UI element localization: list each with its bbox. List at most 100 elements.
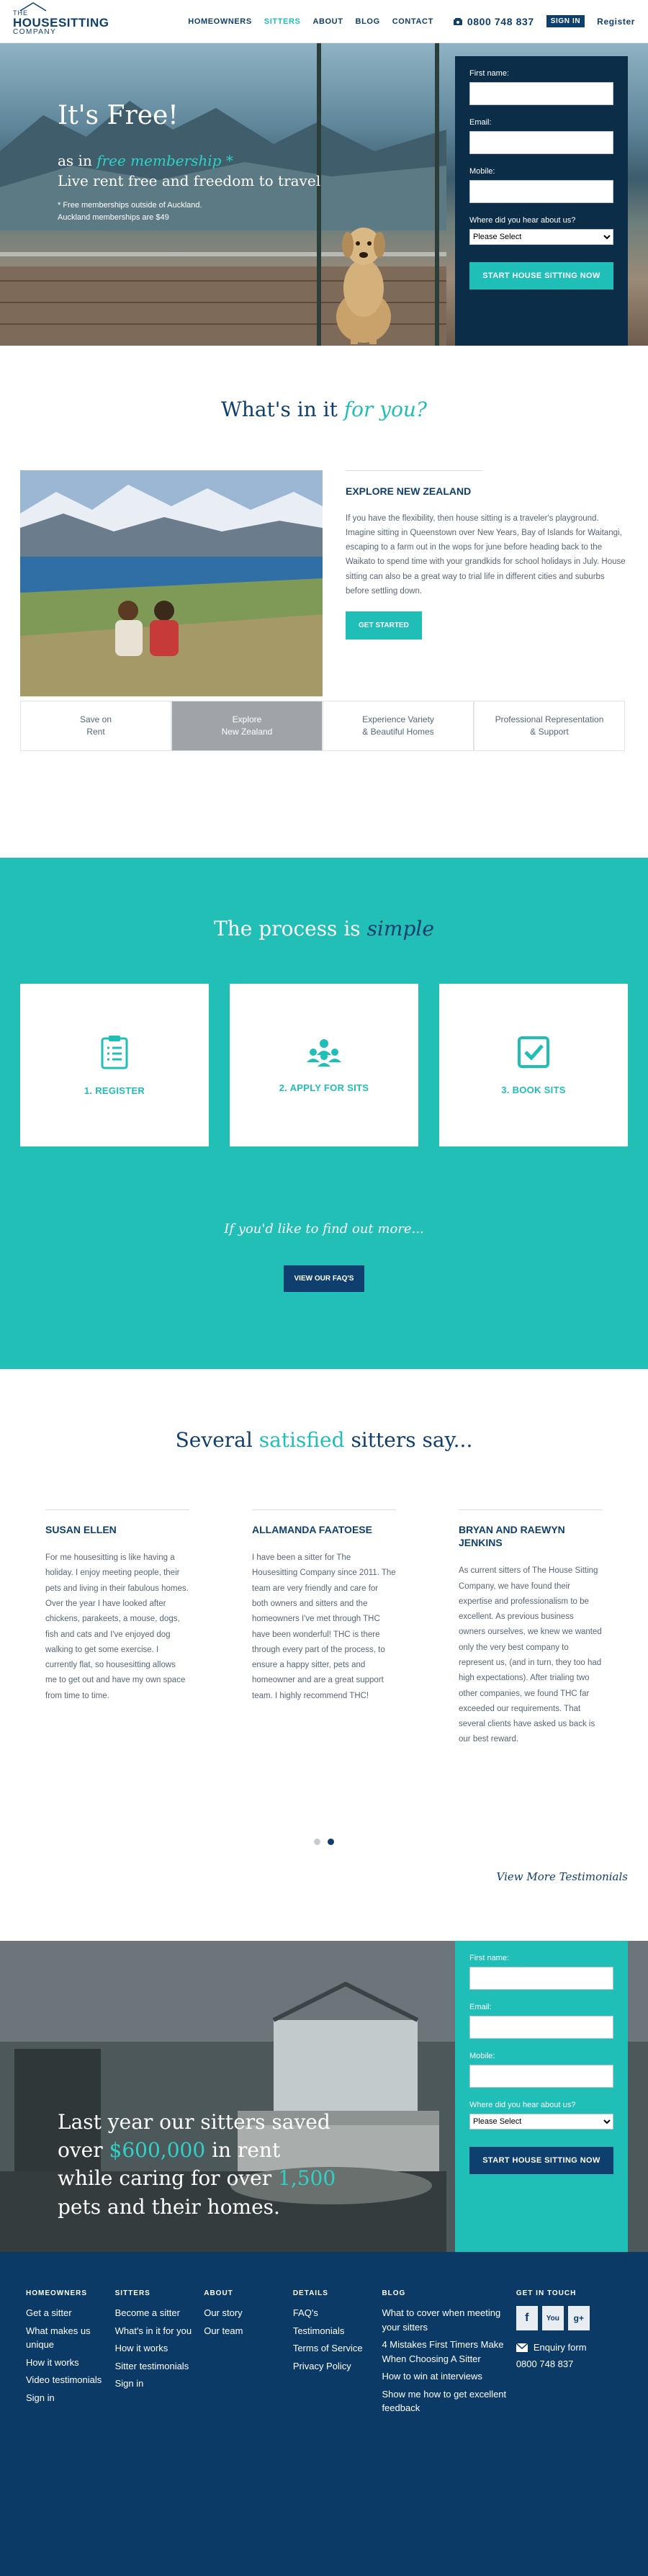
footer-link[interactable]: Show me how to get excellent feedback — [382, 2387, 516, 2415]
testimonial-name: ALLAMANDA FAATOESE — [252, 1524, 372, 1535]
explore-image — [20, 470, 323, 696]
nav-about[interactable]: ABOUT — [312, 17, 343, 26]
step-apply-label: 2. APPLY FOR SITS — [279, 1082, 369, 1093]
process-title-plain: The process is — [214, 917, 361, 941]
process-cards: 1. REGISTER 2. APPLY FOR SITS 3. BOOK SI… — [0, 984, 648, 1146]
hero-note-2: Auckland memberships are $49 — [58, 212, 169, 222]
tab-professional-representation[interactable]: Professional Representation & Support — [474, 701, 625, 751]
people-group-icon — [307, 1038, 341, 1067]
tab-save-on-rent[interactable]: Save on Rent — [20, 701, 171, 751]
mobile-input[interactable] — [469, 180, 613, 203]
footer-link[interactable]: What makes us unique — [26, 2324, 115, 2352]
logo[interactable]: THE HOUSESITTING COMPANY — [13, 1, 109, 36]
footer-link[interactable]: Privacy Policy — [293, 2359, 382, 2374]
header-phone-number: 0800 748 837 — [467, 15, 534, 27]
savings-line-2-pre: over — [58, 2138, 103, 2163]
footer-blog: BLOG What to cover when meeting your sit… — [382, 2289, 516, 2576]
testimonial-rule — [459, 1509, 603, 1510]
first-name-label: First name: — [469, 1954, 510, 1962]
first-name-input[interactable] — [469, 1967, 613, 1990]
view-faqs-button[interactable]: VIEW OUR FAQ'S — [283, 1265, 365, 1292]
nav-homeowners[interactable]: HOMEOWNERS — [188, 17, 252, 26]
hero-line-1-highlight: free membership * — [96, 152, 233, 169]
footer-link[interactable]: Get a sitter — [26, 2306, 115, 2320]
checkbox-icon — [518, 1036, 549, 1068]
footer-link[interactable]: Sign in — [115, 2377, 204, 2391]
register-link[interactable]: Register — [597, 17, 635, 27]
carousel-dot[interactable] — [314, 1839, 320, 1845]
footer-heading: BLOG — [382, 2289, 406, 2297]
tab-explore-new-zealand[interactable]: Explore New Zealand — [171, 701, 323, 751]
enquiry-label: Enquiry form — [533, 2342, 587, 2353]
explore-heading: EXPLORE NEW ZEALAND — [346, 485, 472, 497]
footer-link[interactable]: 4 Mistakes First Timers Make When Choosi… — [382, 2338, 516, 2366]
footer-link[interactable]: What to cover when meeting your sitters — [382, 2306, 516, 2334]
hear-about-select[interactable]: Please Select — [469, 229, 613, 245]
footer-link[interactable]: Sign in — [26, 2391, 115, 2405]
site-footer: HOMEOWNERS Get a sitter What makes us un… — [0, 2252, 648, 2576]
footer-link[interactable]: Sitter testimonials — [115, 2359, 204, 2374]
site-header: THE HOUSESITTING COMPANY HOMEOWNERS SITT… — [0, 0, 648, 43]
enquiry-form-link[interactable]: Enquiry form — [516, 2342, 622, 2353]
sign-in-button[interactable]: SIGN IN — [546, 15, 585, 27]
start-house-sitting-button[interactable]: START HOUSE SITTING NOW — [469, 2147, 613, 2174]
footer-link[interactable]: Our team — [204, 2324, 293, 2338]
house-roof-icon — [19, 1, 47, 12]
savings-line-3: while caring for over 1,500 — [58, 2164, 336, 2192]
nav-blog[interactable]: BLOG — [356, 17, 380, 26]
first-name-input[interactable] — [469, 82, 613, 105]
testimonial-columns: SUSAN ELLEN For me housesitting is like … — [0, 1509, 648, 1748]
process-title: The process is simple — [0, 858, 648, 941]
testi-title-plain-2: sitters say... — [351, 1428, 473, 1452]
footer-link[interactable]: Terms of Service — [293, 2341, 382, 2356]
footer-link[interactable]: What's in it for you — [115, 2324, 204, 2338]
hero-section: It's Free! as in free membership * Live … — [0, 43, 648, 346]
footer-link[interactable]: Video testimonials — [26, 2373, 115, 2387]
carousel-dots — [0, 1839, 648, 1845]
step-register-card[interactable]: 1. REGISTER — [20, 984, 209, 1146]
email-input[interactable] — [469, 131, 613, 154]
testimonial-text: I have been a sitter for The Housesittin… — [252, 1553, 396, 1700]
testimonial-card: BRYAN AND RAEWYN JENKINS As current sitt… — [433, 1509, 628, 1748]
footer-link[interactable]: How it works — [115, 2341, 204, 2356]
tab-label-line-1: Professional Representation — [495, 714, 604, 725]
view-more-testimonials-link[interactable]: View More Testimonials — [497, 1870, 628, 1883]
footer-link[interactable]: FAQ's — [293, 2306, 382, 2320]
facebook-icon[interactable]: f — [516, 2306, 538, 2330]
youtube-icon[interactable]: You — [541, 2306, 564, 2330]
explore-panel: EXPLORE NEW ZEALAND If you have the flex… — [0, 470, 648, 701]
clipboard-icon — [101, 1035, 128, 1069]
logo-company: COMPANY — [13, 27, 57, 36]
footer-phone[interactable]: 0800 748 837 — [516, 2357, 622, 2371]
dog-image — [336, 228, 391, 344]
footer-link[interactable]: How it works — [26, 2356, 115, 2370]
footer-heading: ABOUT — [204, 2289, 233, 2297]
hero-note: * Free memberships outside of Auckland. … — [58, 199, 320, 223]
nav-contact[interactable]: CONTACT — [392, 17, 433, 26]
signup-form: First name: Email: Mobile: Where did you… — [455, 56, 628, 346]
footer-about: ABOUT Our story Our team — [204, 2289, 293, 2576]
footer-heading: DETAILS — [292, 2289, 328, 2297]
email-input[interactable] — [469, 2016, 613, 2039]
get-started-button[interactable]: GET STARTED — [346, 611, 422, 639]
footer-link[interactable]: Testimonials — [293, 2324, 382, 2338]
google-plus-icon[interactable]: g+ — [567, 2306, 590, 2330]
testimonial-rule — [45, 1509, 189, 1510]
start-house-sitting-button[interactable]: START HOUSE SITTING NOW — [469, 262, 613, 290]
benefit-tabs: Save on Rent Explore New Zealand Experienc… — [20, 701, 648, 751]
tab-experience-variety[interactable]: Experience Variety & Beautiful Homes — [323, 701, 474, 751]
savings-line-1: Last year our sitters saved — [58, 2110, 330, 2134]
whats-title-plain: What's in it — [221, 398, 338, 421]
footer-link[interactable]: How to win at interviews — [382, 2369, 516, 2384]
find-out-more-text: If you'd like to find out more... — [224, 1221, 424, 1237]
step-apply-card[interactable]: 2. APPLY FOR SITS — [230, 984, 418, 1146]
footer-link[interactable]: Our story — [204, 2306, 293, 2320]
header-phone[interactable]: 0800 748 837 — [453, 16, 534, 27]
nav-sitters[interactable]: SITTERS — [264, 17, 301, 26]
mobile-input[interactable] — [469, 2065, 613, 2088]
hear-about-select[interactable]: Please Select — [469, 2114, 613, 2130]
carousel-dot-active[interactable] — [328, 1839, 334, 1845]
footer-sitters: SITTERS Become a sitter What's in it for… — [115, 2289, 204, 2576]
step-book-card[interactable]: 3. BOOK SITS — [439, 984, 628, 1146]
footer-link[interactable]: Become a sitter — [115, 2306, 204, 2320]
